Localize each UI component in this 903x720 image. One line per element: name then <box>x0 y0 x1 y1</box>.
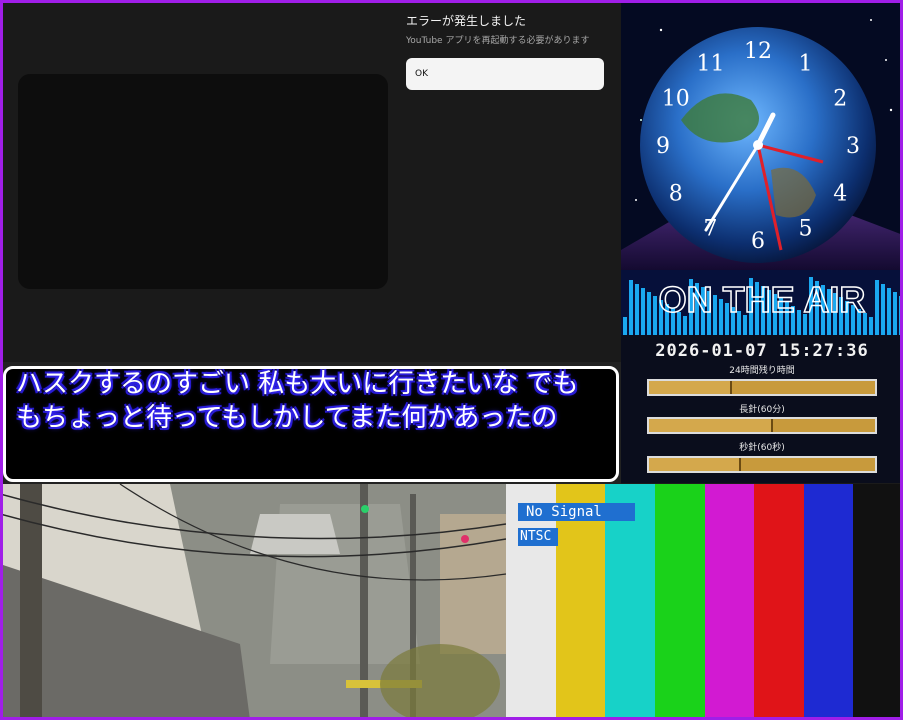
clock-number-9: 9 <box>656 134 670 159</box>
minute-hand-label: 長針(60分) <box>739 405 785 415</box>
analog-clock-panel: 12 1 2 3 4 5 6 7 8 9 10 11 ON THE AIR <box>621 0 903 335</box>
youtube-error-panel: エラーが発生しました YouTube アプリを再起動する必要があります OK <box>0 0 621 362</box>
second-hand-label: 秒針(60秒) <box>739 443 785 453</box>
eq-bar <box>647 292 651 335</box>
on-the-air-banner: ON THE AIR <box>659 279 866 320</box>
color-bar <box>704 484 755 720</box>
eq-bar <box>893 292 897 335</box>
eq-bar <box>899 296 903 335</box>
eq-bar <box>887 288 891 335</box>
subtitle-panel: ハスクするのすごい 私も大いに行きたいな でも もちょっと待ってもしかしてまた何… <box>0 362 621 484</box>
ntsc-label: NTSC <box>518 528 558 546</box>
eq-bar <box>629 280 633 335</box>
subtitle-box: ハスクするのすごい 私も大いに行きたいな でも もちょっと待ってもしかしてまた何… <box>3 366 619 482</box>
eq-bar <box>881 284 885 335</box>
clock-number-3: 3 <box>846 134 860 159</box>
day-remaining-bar <box>647 379 877 396</box>
no-signal-label: No Signal <box>518 503 635 521</box>
clock-number-11: 11 <box>697 52 725 77</box>
ok-button[interactable]: OK <box>406 58 604 90</box>
clock-number-2: 2 <box>833 87 847 112</box>
street-camera-feed <box>0 484 506 720</box>
second-progress-bar <box>647 456 877 473</box>
clock-number-8: 8 <box>669 182 683 207</box>
day-remaining-label: 24時間残り時間 <box>729 366 795 376</box>
clock-number-12: 12 <box>744 39 772 64</box>
camera-image <box>0 484 506 720</box>
clock-number-10: 10 <box>662 87 690 112</box>
error-message: YouTube アプリを再起動する必要があります <box>406 36 590 46</box>
video-placeholder <box>18 74 388 289</box>
error-title: エラーが発生しました <box>406 14 527 28</box>
eq-bar <box>875 280 879 335</box>
minute-progress-bar <box>647 417 877 434</box>
clock-number-6: 6 <box>751 229 765 254</box>
clock-number-5: 5 <box>799 216 813 241</box>
current-datetime: 2026-01-07 15:27:36 <box>655 341 869 361</box>
eq-bar <box>641 288 645 335</box>
color-bar <box>754 484 804 720</box>
eq-bar <box>869 317 873 335</box>
subtitle-line-2: もちょっと待ってもしかしてまた何かあったの <box>16 403 558 433</box>
eq-bar <box>635 284 639 335</box>
clock-graphic: 121234567891011 ON THE AIR <box>621 0 903 335</box>
color-bar <box>803 484 854 720</box>
color-bar <box>853 484 903 720</box>
eq-bar <box>623 317 627 335</box>
clock-number-1: 1 <box>799 52 813 77</box>
color-bar <box>654 484 705 720</box>
eq-bar <box>653 296 657 335</box>
subtitle-line-1: ハスクするのすごい 私も大いに行きたいな でも <box>16 369 579 399</box>
clock-number-4: 4 <box>833 182 847 207</box>
